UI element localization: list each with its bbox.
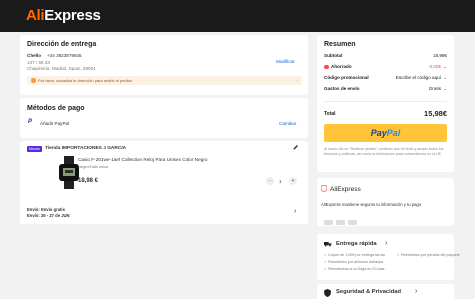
- fast-delivery-card[interactable]: Entrega rápida › ✓ Cupón de 1,00€ por en…: [317, 234, 460, 280]
- add-paypal-label[interactable]: Añadir PayPal: [40, 121, 69, 126]
- chevron-down-icon: ⌄: [443, 86, 447, 91]
- payment-brands: [324, 212, 360, 230]
- warning-icon: [31, 78, 36, 83]
- lock-icon: [324, 289, 331, 297]
- promo-code-row[interactable]: Código promocional Escribe el código aqu…: [324, 75, 447, 83]
- paypal-icon: P: [28, 119, 33, 125]
- change-payment-link[interactable]: Cambiar: [279, 121, 296, 126]
- shipping-cost-row[interactable]: Gastos de envío Gratis ⌄: [324, 86, 447, 94]
- chevron-right-icon: ›: [385, 239, 388, 247]
- modify-address-link[interactable]: Modificar: [276, 59, 295, 64]
- address-title: Dirección de entrega: [27, 41, 97, 48]
- recipient-name: Chello: [27, 53, 42, 58]
- trust-text: AliExpress mantiene seguros tu informaci…: [321, 202, 422, 207]
- order-summary-card: Resumen Subtotal 18,98€ Ahorrado -3,00€ …: [317, 35, 454, 172]
- edit-icon[interactable]: [292, 144, 299, 151]
- secure-icon: [348, 220, 357, 225]
- terms-fine-print[interactable]: Al hacer clic en "Realizar pedido", conf…: [324, 147, 448, 157]
- chevron-right-icon: ›: [415, 288, 418, 295]
- chevron-right-icon: ›: [296, 77, 298, 84]
- delivery-benefit: ✓ Reembolsos si no llega en 20 días: [324, 267, 385, 271]
- address-line-2: Chapinería, Madrid, Spain, 28001: [27, 66, 96, 71]
- recipient-phone: +34 3923879845: [47, 53, 82, 58]
- security-privacy-card[interactable]: Seguridad & Privacidad ›: [317, 284, 454, 299]
- paypal-checkout-button[interactable]: PayPal: [324, 124, 447, 142]
- total-price: 15,98€: [424, 109, 447, 118]
- store-name[interactable]: Tienda IMPORTACIONES J GARCIA: [45, 146, 126, 151]
- coupon-icon: [324, 64, 329, 69]
- delivery-benefit: ✓ Reembolso por artículos dañados: [324, 260, 384, 264]
- aliexpress-logo[interactable]: AliExpress: [26, 7, 101, 24]
- quantity-decrease-button[interactable]: −: [266, 177, 274, 185]
- delivery-benefit: ✓ Reembolso por pérdida del paquete: [397, 253, 460, 257]
- address-warning-text: Por favor, actualiza tu dirección para r…: [38, 78, 133, 83]
- total-row: Total 15,98€: [324, 109, 447, 118]
- shipping-address-card: Dirección de entrega Chello +34 39238798…: [20, 35, 308, 95]
- promo-code-input[interactable]: Escribe el código aquí: [396, 75, 447, 80]
- mastercard-icon: [336, 220, 345, 225]
- shipping-cost: Envío: Envío gratis: [27, 207, 65, 212]
- quantity-value[interactable]: 1: [279, 179, 282, 184]
- shield-icon: [321, 185, 327, 192]
- address-warning-notice[interactable]: Por favor, actualiza tu dirección para r…: [27, 76, 302, 85]
- fast-delivery-title: Entrega rápida: [336, 240, 377, 247]
- savings-row[interactable]: Ahorrado -3,00€ ⌄: [324, 64, 447, 72]
- chevron-right-icon: ›: [294, 208, 297, 215]
- store-order-card: Minuto Tienda IMPORTACIONES J GARCIA Cas…: [20, 141, 308, 224]
- delivery-eta: Envío: 25 - 27 de JUN: [27, 212, 70, 218]
- visa-icon: [324, 220, 333, 225]
- chevron-down-icon: ⌄: [443, 75, 447, 80]
- chevron-down-icon: ⌄: [443, 64, 447, 69]
- summary-title: Resumen: [324, 41, 356, 48]
- product-variant[interactable]: Negro/Talla única: [78, 164, 108, 169]
- truck-icon: [324, 242, 332, 247]
- trust-card: AliExpress AliExpress mantiene seguros t…: [317, 178, 454, 226]
- aliexpress-logo: AliExpress: [330, 186, 361, 193]
- store-badge: Minuto: [27, 146, 42, 152]
- payment-title: Métodos de pago: [27, 105, 85, 112]
- subtotal-row: Subtotal 18,98€: [324, 53, 447, 58]
- address-line-1: 137 / 56 23: [27, 59, 50, 65]
- summary-divider: [324, 101, 447, 102]
- payment-methods-card: Métodos de pago P Añadir PayPal Cambiar: [20, 98, 308, 138]
- product-title[interactable]: Casio F-201we-1aef Collection Reloj Para…: [78, 157, 208, 162]
- quantity-increase-button[interactable]: +: [289, 177, 297, 185]
- security-title: Seguridad & Privacidad: [336, 289, 402, 295]
- top-bar: AliExpress: [0, 0, 475, 32]
- delivery-benefit: ✓ Cupón de 1,00€ por entrega tardía: [324, 253, 385, 257]
- product-price: 18,98 €: [78, 178, 99, 184]
